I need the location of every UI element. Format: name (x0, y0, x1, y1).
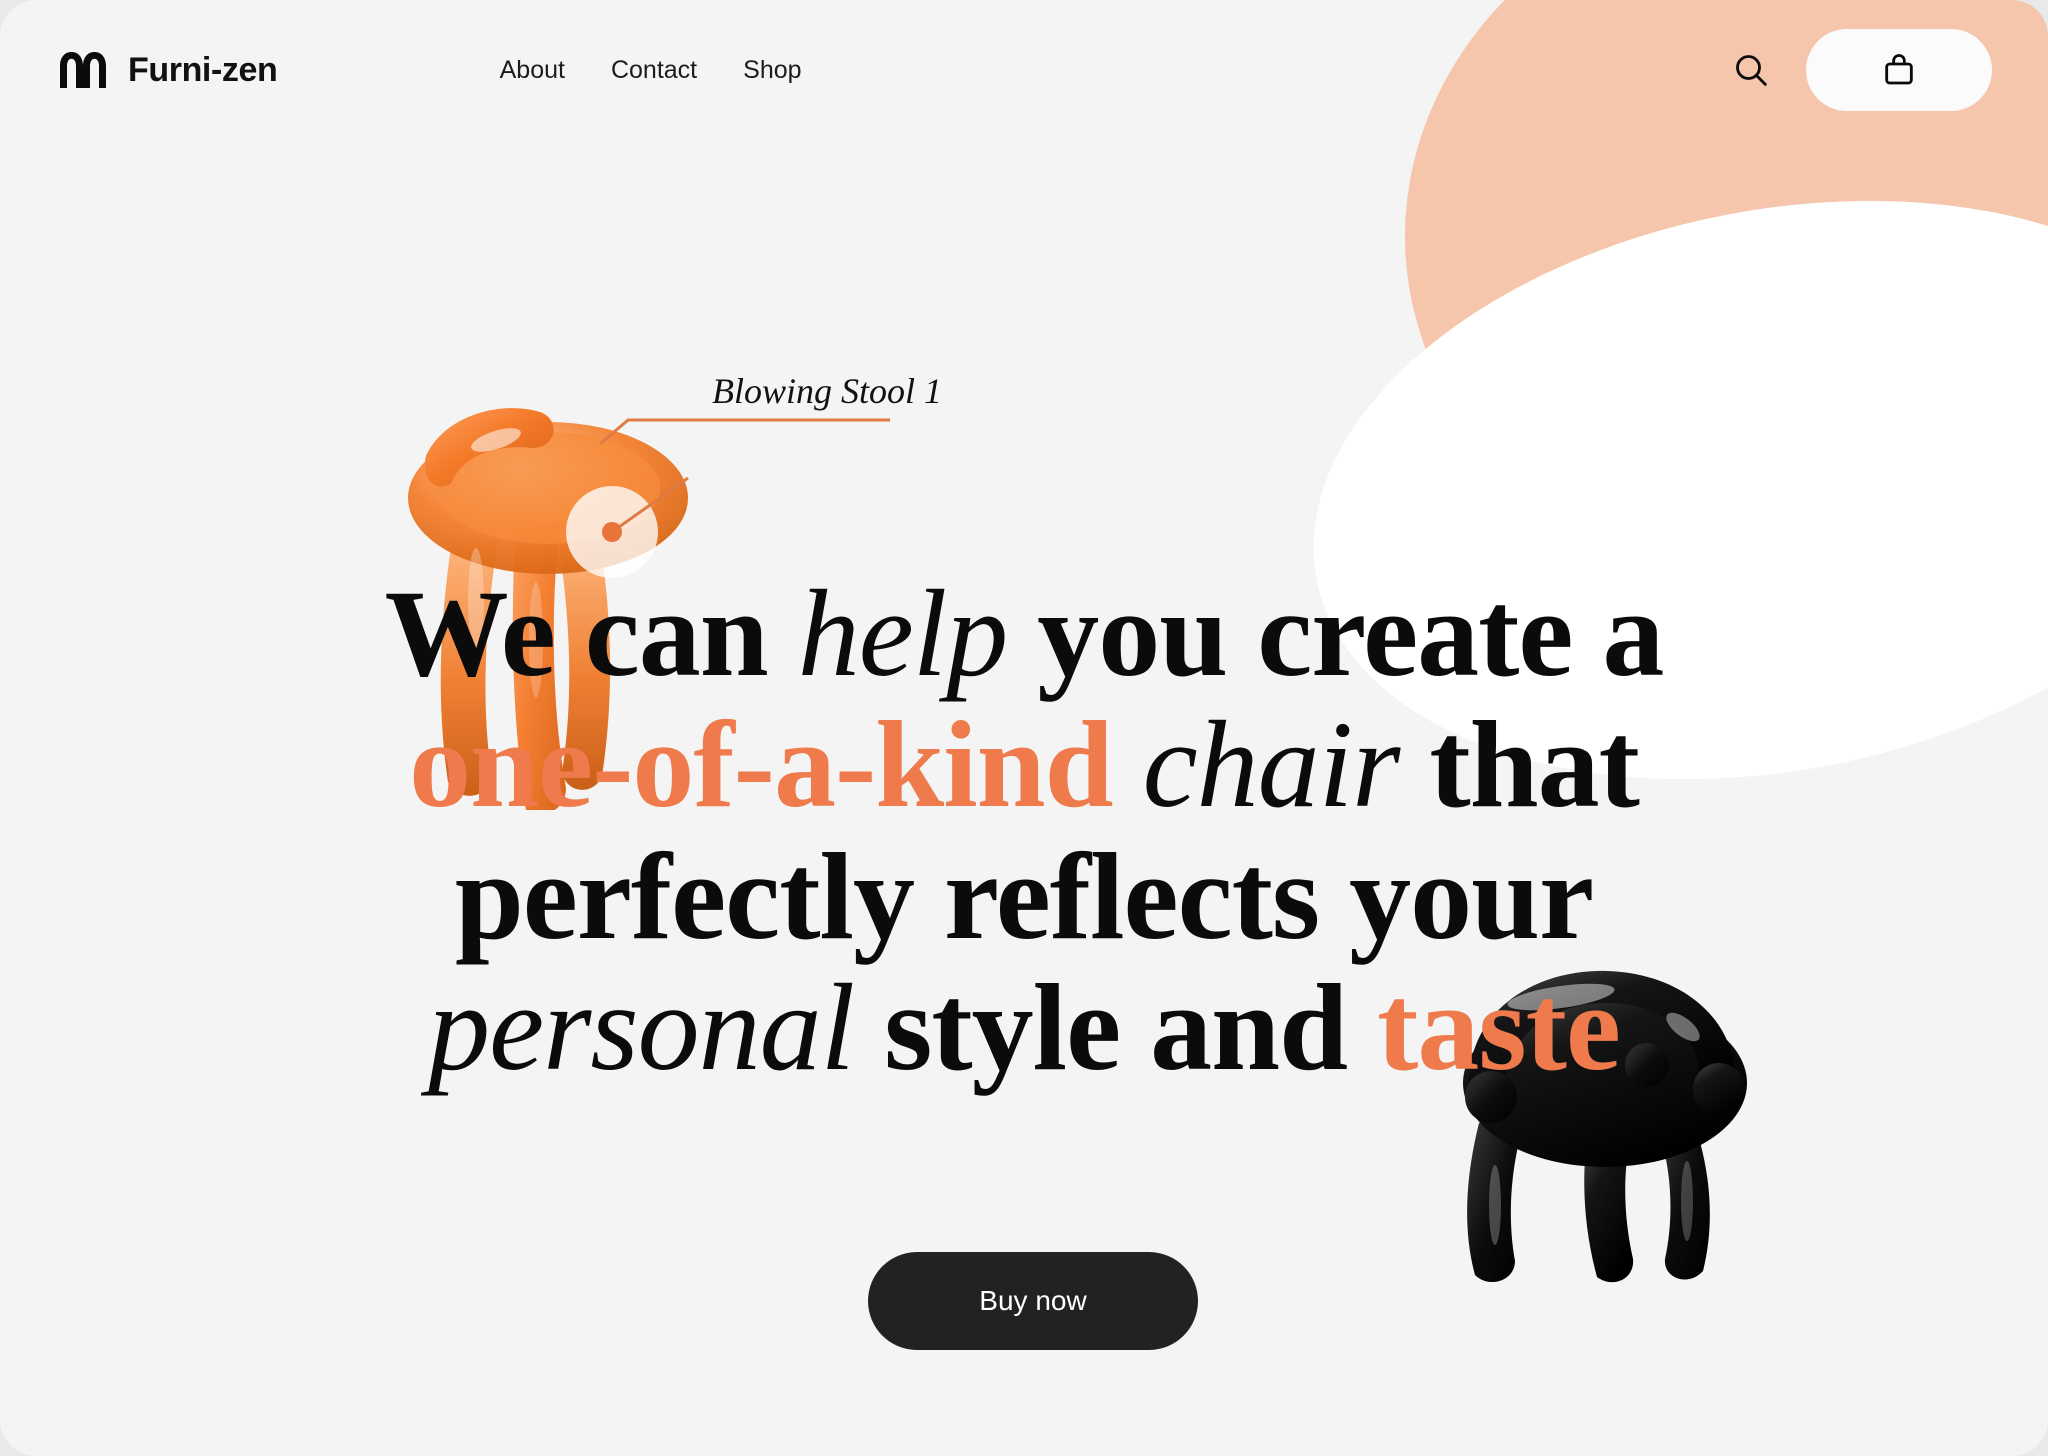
site-header: Furni-zen About Contact Shop (0, 0, 2048, 140)
buy-now-button[interactable]: Buy now (868, 1252, 1198, 1350)
main-navigation: About Contact Shop (500, 56, 802, 85)
headline-seg-style-and: style and (854, 959, 1378, 1097)
product-callout: Blowing Stool 1 (600, 370, 1020, 450)
headline-line-2: one-of-a-kind chair that (170, 699, 1878, 830)
search-icon (1736, 55, 1767, 86)
nav-item-about[interactable]: About (500, 56, 565, 85)
nav-item-contact[interactable]: Contact (611, 56, 697, 85)
nav-item-shop[interactable]: Shop (743, 56, 801, 85)
headline-seg-that: that (1399, 696, 1640, 834)
headline-seg-personal: personal (428, 959, 855, 1097)
headline-line-4: personal style and taste (170, 962, 1878, 1093)
page-root: Furni-zen About Contact Shop Blowing Sto… (0, 0, 2048, 1456)
headline-seg-taste: taste (1377, 959, 1621, 1097)
shopping-bag-icon (1885, 54, 1913, 85)
headline-seg-chair: chair (1112, 696, 1401, 834)
callout-leader-line (600, 418, 890, 446)
header-actions (1726, 29, 1992, 111)
headline-line-3: perfectly reflects your (454, 827, 1594, 965)
headline-seg-one-of-a-kind: one-of-a-kind (409, 696, 1114, 834)
headline-seg-we-can: We can (384, 565, 798, 702)
headline-line-1: We can help you create a (170, 568, 1878, 699)
callout-marker-dot (566, 476, 689, 578)
search-button[interactable] (1726, 45, 1776, 95)
brand-logo[interactable]: Furni-zen (60, 50, 278, 90)
double-arch-logo-icon (60, 52, 106, 88)
brand-name: Furni-zen (128, 50, 278, 89)
headline-seg-you-create-a: you create a (1007, 565, 1664, 702)
headline-seg-help: help (797, 565, 1008, 702)
hero-headline: We can help you create a one-of-a-kind c… (0, 568, 2048, 1094)
cart-button[interactable] (1806, 29, 1992, 111)
